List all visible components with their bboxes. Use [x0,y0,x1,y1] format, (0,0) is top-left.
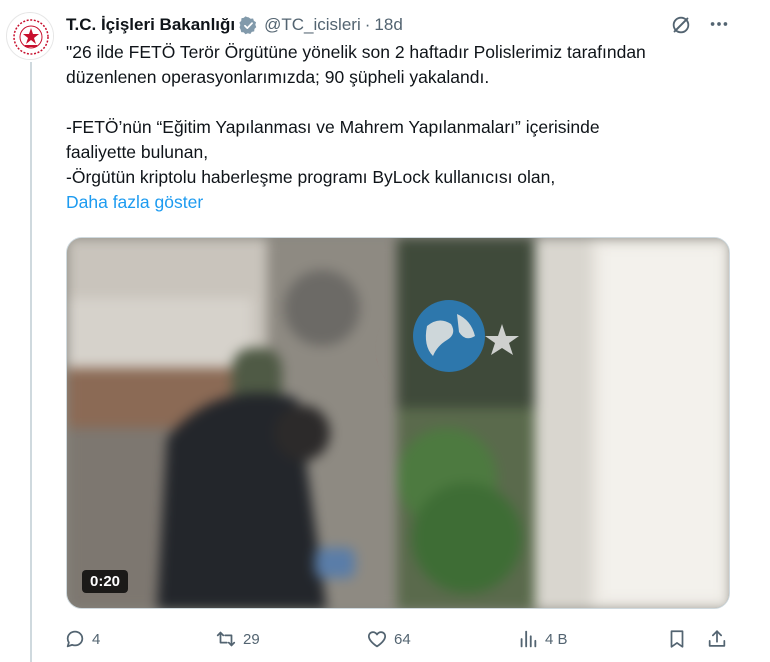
video-player[interactable]: 0:20 [66,237,730,609]
reply-icon [66,630,84,648]
reply-count: 4 [92,630,101,648]
header-actions [670,13,730,37]
grok-icon[interactable] [670,14,692,36]
repost-count: 29 [243,630,260,648]
heart-icon [367,631,387,648]
tweet-text: "26 ilde FETÖ Terör Örgütüne yönelik son… [66,40,746,215]
tweet-header: T.C. İçişleri Bakanlığı @TC_icisleri · 1… [66,13,760,37]
thread-line [30,62,32,662]
more-icon[interactable] [708,13,730,37]
watermark-logo-icon [375,300,519,396]
ministry-emblem-icon [8,14,53,59]
share-icon [708,630,726,647]
views-count: 4 B [545,630,568,648]
author-display-name[interactable]: T.C. İçişleri Bakanlığı [66,15,235,35]
tweet-timestamp[interactable]: 18d [374,15,402,35]
tweet-text-line: düzenlenen operasyonlarımızda; 90 şüphel… [66,67,490,87]
bookmark-icon [670,630,684,648]
views-button[interactable]: 4 B [517,624,568,654]
author-handle[interactable]: @TC_icisleri [264,15,361,35]
tweet-text-line: "26 ilde FETÖ Terör Örgütüne yönelik son… [66,42,646,62]
verified-badge-icon[interactable] [239,15,258,35]
video-duration-badge: 0:20 [82,570,129,593]
show-more-link[interactable]: Daha fazla göster [66,190,746,215]
share-button[interactable] [706,624,728,654]
tweet-actions: 4 29 64 4 B [62,624,734,654]
header-separator: · [364,15,371,34]
tweet-text-line: -Örgütün kriptolu haberleşme programı By… [66,167,556,187]
like-button[interactable]: 64 [366,624,411,654]
repost-icon [216,631,236,647]
avatar[interactable] [6,12,54,60]
bookmark-button[interactable] [666,624,688,654]
repost-button[interactable]: 29 [215,624,260,654]
like-count: 64 [394,630,411,648]
tweet-text-line: faaliyette bulunan, [66,142,209,162]
tweet-text-line: -FETÖ’nün “Eğitim Yapılanması ve Mahrem … [66,117,600,137]
reply-button[interactable]: 4 [64,624,100,654]
views-icon [520,630,537,648]
